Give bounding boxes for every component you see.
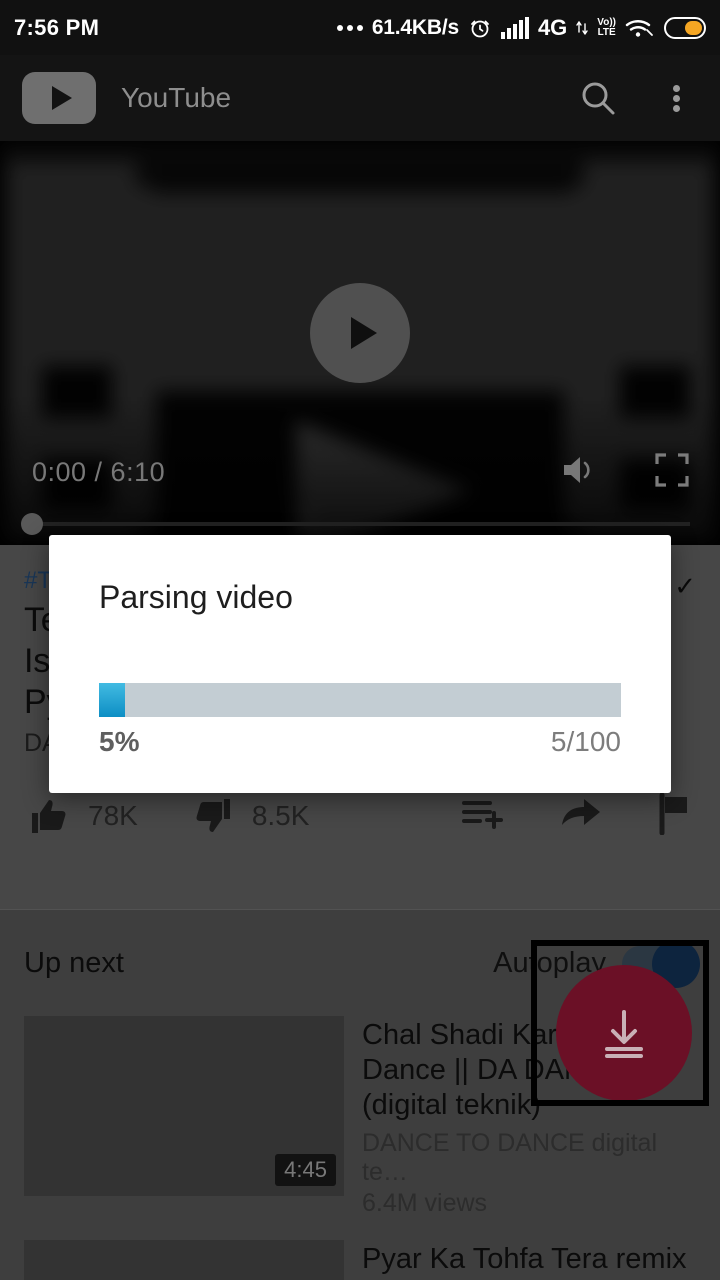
play-icon[interactable]	[310, 283, 410, 383]
seek-bar-thumb[interactable]	[21, 513, 43, 535]
check-icon: ✓	[674, 571, 696, 601]
download-button[interactable]	[556, 965, 692, 1101]
overflow-menu-icon[interactable]	[654, 76, 698, 120]
status-bar: 7:56 PM 61.4KB/s 4G Vo)) LTE	[0, 0, 720, 55]
video-thumbnail[interactable]	[24, 1240, 344, 1280]
youtube-appbar: YouTube	[0, 55, 720, 141]
appbar-title: YouTube	[121, 82, 232, 113]
like-button[interactable]: 78K	[26, 793, 138, 839]
up-next-heading: Up next	[24, 947, 124, 979]
status-bar-clock: 7:56 PM	[14, 14, 100, 40]
video-title: Pyar Ka Tohfa Tera remix Dance	[362, 1243, 687, 1280]
data-transfer-icon	[576, 18, 588, 38]
search-icon[interactable]	[576, 76, 620, 120]
youtube-logo-icon	[22, 72, 96, 124]
player-time-label: 0:00 / 6:10	[32, 456, 166, 487]
player-controls: 0:00 / 6:10	[0, 441, 720, 545]
download-icon	[605, 1010, 643, 1058]
progress-section: 5% 5/100	[99, 683, 621, 758]
video-thumbnail[interactable]: 4:45	[24, 1016, 344, 1196]
add-to-playlist-icon[interactable]	[460, 793, 506, 838]
parsing-video-dialog: Parsing video 5% 5/100	[49, 535, 671, 793]
alarm-clock-icon	[468, 16, 492, 40]
volume-icon[interactable]	[560, 452, 602, 493]
dialog-title: Parsing video	[99, 579, 293, 615]
signal-bars-icon	[500, 16, 529, 39]
network-speed-label: 61.4KB/s	[371, 15, 459, 39]
flag-icon[interactable]	[654, 791, 694, 840]
video-duration: 4:45	[275, 1154, 336, 1186]
like-count: 78K	[88, 799, 138, 831]
more-dots-icon	[336, 24, 363, 31]
progress-count-label: 5/100	[550, 726, 621, 757]
share-icon[interactable]	[558, 793, 604, 838]
video-action-row: 78K 8.5K	[0, 791, 720, 840]
network-type-label: 4G	[537, 14, 568, 40]
fullscreen-icon[interactable]	[654, 452, 690, 493]
progress-labels: 5% 5/100	[99, 726, 621, 758]
list-item[interactable]: Pyar Ka Tohfa Tera remix Dance	[24, 1240, 696, 1280]
video-player[interactable]: 0:00 / 6:10	[0, 141, 720, 545]
progress-bar-fill	[99, 683, 126, 717]
progress-bar-track	[99, 683, 621, 717]
status-bar-icons: 61.4KB/s 4G Vo)) LTE	[336, 14, 706, 41]
progress-percent-label: 5%	[99, 726, 140, 757]
seek-bar-track[interactable]	[21, 513, 690, 535]
battery-icon	[664, 16, 706, 39]
wifi-icon	[625, 17, 655, 39]
volte-icon: Vo)) LTE	[597, 17, 616, 38]
dislike-button[interactable]: 8.5K	[190, 793, 310, 839]
video-channel: DANCE TO DANCE digital te…	[362, 1129, 657, 1186]
video-views: 6.4M views	[362, 1189, 488, 1217]
section-divider	[0, 909, 720, 910]
player-time-row: 0:00 / 6:10	[32, 441, 690, 503]
appbar-actions	[576, 76, 698, 120]
volte-bottom: LTE	[597, 26, 616, 38]
dislike-count: 8.5K	[251, 799, 310, 831]
